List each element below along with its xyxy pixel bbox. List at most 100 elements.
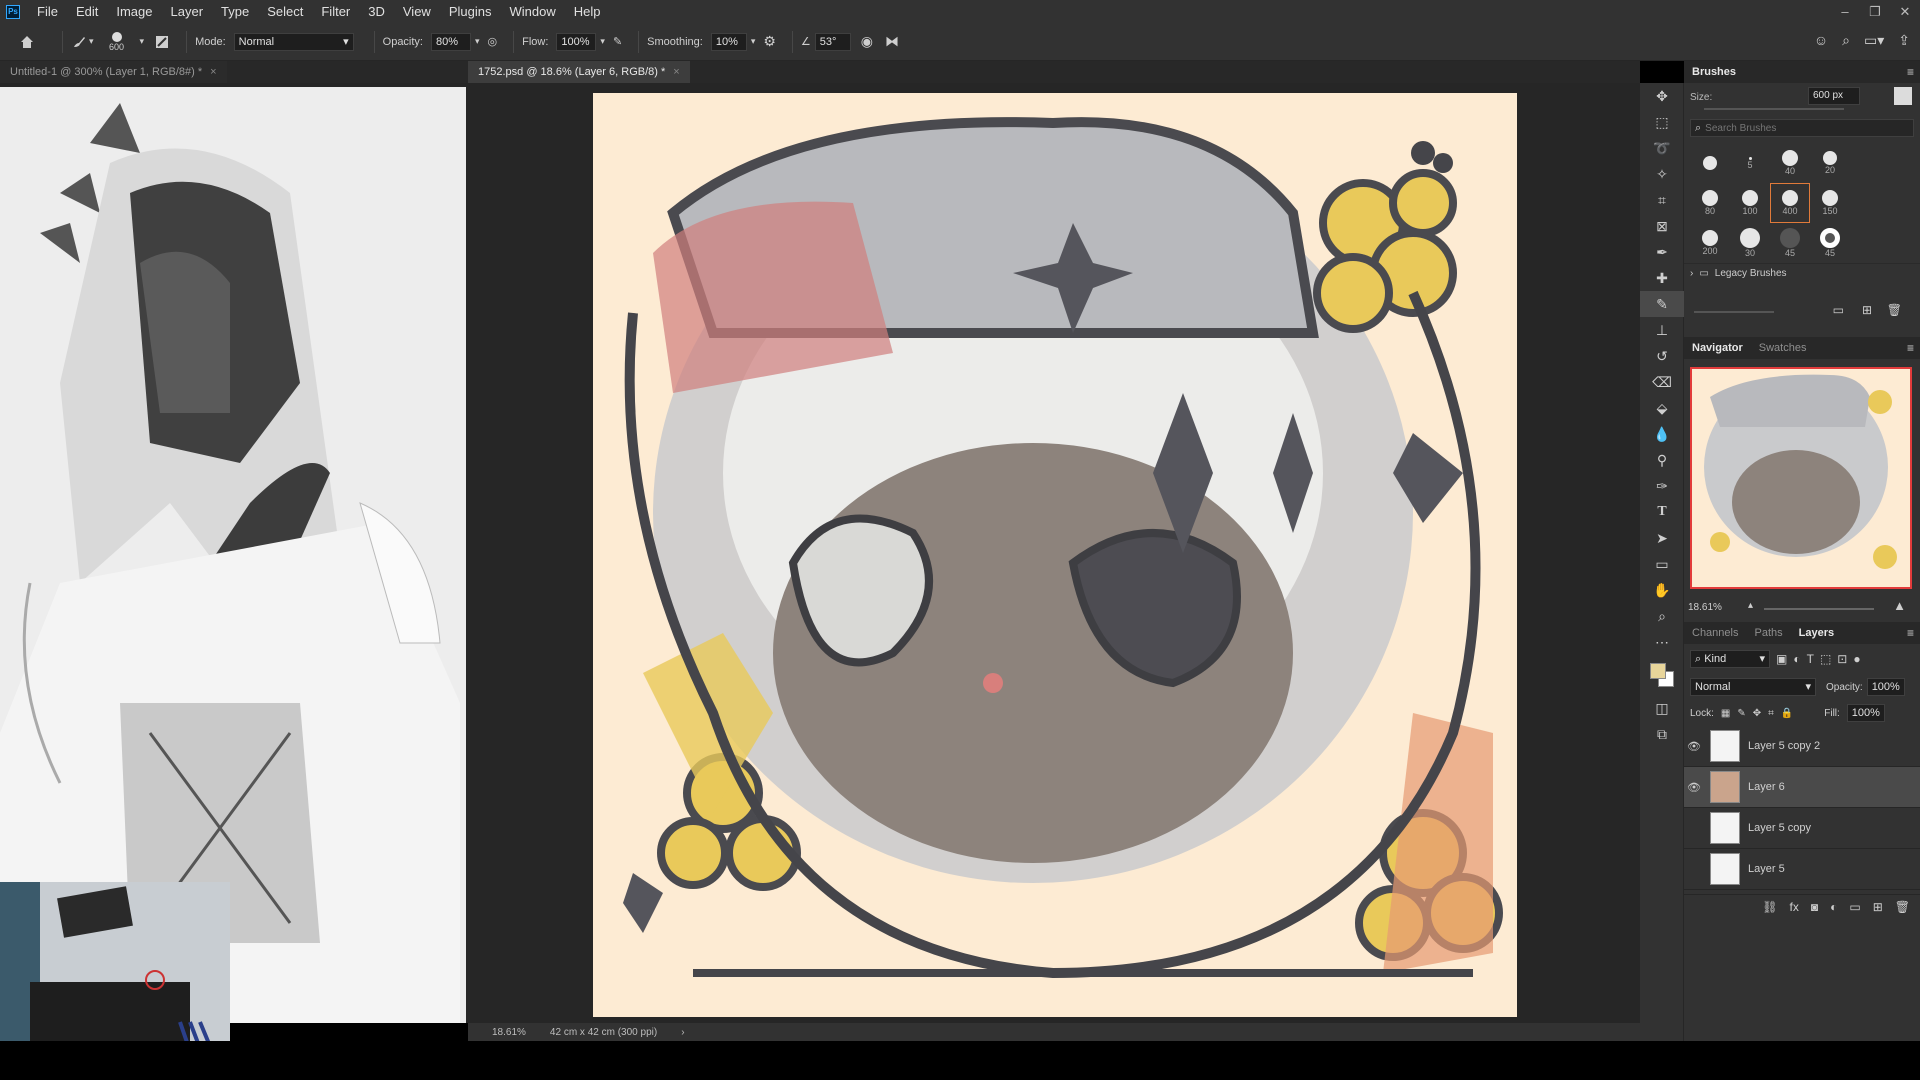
menu-type[interactable]: Type — [212, 0, 258, 23]
healing-brush-tool-icon[interactable]: ✚ — [1640, 265, 1684, 291]
navigator-zoom-slider[interactable] — [1764, 608, 1874, 610]
lock-position-icon[interactable]: ✥ — [1753, 708, 1761, 719]
brush-size-slider[interactable] — [1704, 108, 1844, 110]
visibility-eye-icon[interactable]: 👁 — [1684, 740, 1704, 753]
clone-stamp-tool-icon[interactable]: ⊥ — [1640, 317, 1684, 343]
filter-shape-icon[interactable]: ⬚ — [1820, 652, 1831, 666]
move-tool-icon[interactable]: ✥ — [1640, 83, 1684, 109]
eraser-tool-icon[interactable]: ⌫ — [1640, 369, 1684, 395]
adjustment-layer-icon[interactable]: ◐ — [1830, 900, 1837, 914]
panel-menu-icon[interactable]: ≡ — [1907, 626, 1914, 640]
visibility-eye-icon[interactable]: 👁 — [1684, 781, 1704, 794]
add-mask-icon[interactable]: ◙ — [1811, 900, 1818, 914]
opacity-dropdown-icon[interactable]: ▾ — [475, 36, 480, 47]
angle-input[interactable]: 53° — [814, 32, 851, 51]
zoom-out-icon[interactable]: ▴ — [1748, 600, 1753, 611]
layer-row[interactable]: 👁 Layer 5 copy 2 — [1684, 726, 1920, 767]
type-tool-icon[interactable]: T — [1640, 499, 1684, 525]
brush-search[interactable]: ⌕ — [1690, 119, 1914, 137]
brush-preset[interactable]: 100 — [1730, 183, 1770, 223]
delete-layer-icon[interactable]: 🗑 — [1895, 900, 1910, 914]
opacity-input[interactable]: 80% — [431, 32, 471, 51]
brush-settings-toggle[interactable] — [154, 34, 170, 50]
magic-wand-tool-icon[interactable]: ✧ — [1640, 161, 1684, 187]
link-layers-icon[interactable]: ⛓ — [1762, 900, 1777, 914]
tab-close-icon[interactable]: × — [673, 66, 679, 78]
filter-type-icon[interactable]: T — [1807, 652, 1814, 666]
tab-swatches[interactable]: Swatches — [1751, 337, 1815, 359]
new-brush-icon[interactable]: ⊞ — [1862, 303, 1872, 317]
brush-settings-icon[interactable] — [1894, 87, 1912, 105]
tab-untitled-1[interactable]: Untitled-1 @ 300% (Layer 1, RGB/8#) * × — [0, 61, 227, 83]
hand-tool-icon[interactable]: ✋ — [1640, 577, 1684, 603]
minimize-icon[interactable]: – — [1830, 0, 1860, 23]
menu-layer[interactable]: Layer — [162, 0, 213, 23]
share-person-icon[interactable]: ☺ — [1814, 32, 1828, 49]
smoothing-input[interactable]: 10% — [710, 32, 747, 51]
menu-window[interactable]: Window — [500, 0, 564, 23]
pressure-opacity-icon[interactable]: ◎ — [488, 35, 498, 48]
zoom-in-icon[interactable]: ▲ — [1893, 598, 1906, 613]
menu-plugins[interactable]: Plugins — [440, 0, 501, 23]
brush-preset[interactable]: 45 — [1810, 223, 1850, 263]
menu-image[interactable]: Image — [107, 0, 161, 23]
filter-adjustment-icon[interactable]: ◐ — [1793, 652, 1800, 666]
smoothing-dropdown-icon[interactable]: ▾ — [751, 36, 756, 47]
symmetry-icon[interactable]: ⧓ — [885, 33, 899, 50]
mode-select[interactable]: Normal ▾ — [233, 32, 354, 51]
brush-preset[interactable]: 20 — [1810, 143, 1850, 183]
status-zoom[interactable]: 18.61% — [492, 1027, 526, 1038]
lock-artboard-icon[interactable]: ⌗ — [1768, 708, 1774, 719]
panel-menu-icon[interactable]: ≡ — [1907, 341, 1914, 355]
brush-size-picker[interactable]: 600 — [102, 31, 132, 52]
new-layer-icon[interactable]: ⊞ — [1873, 900, 1883, 914]
brush-preview-size-slider[interactable] — [1694, 311, 1774, 313]
layer-fx-icon[interactable]: fx — [1790, 900, 1799, 914]
marquee-tool-icon[interactable]: ⬚ — [1640, 109, 1684, 135]
menu-file[interactable]: File — [28, 0, 67, 23]
airbrush-icon[interactable]: ✎ — [613, 35, 622, 48]
history-brush-tool-icon[interactable]: ↺ — [1640, 343, 1684, 369]
workspace-icon[interactable]: ▭▾ — [1864, 32, 1884, 49]
search-icon[interactable]: ⌕ — [1842, 32, 1850, 49]
legacy-brushes-folder[interactable]: › ▭ Legacy Brushes — [1684, 263, 1920, 283]
foreground-color-swatch[interactable] — [1650, 663, 1666, 679]
close-icon[interactable]: ✕ — [1890, 0, 1920, 23]
lasso-tool-icon[interactable]: ➰ — [1640, 135, 1684, 161]
restore-icon[interactable]: ❐ — [1860, 0, 1890, 23]
tab-brushes[interactable]: Brushes — [1684, 61, 1744, 83]
brush-preset[interactable]: 80 — [1690, 183, 1730, 223]
brush-preset[interactable]: 200 — [1690, 223, 1730, 263]
more-tools-icon[interactable]: ⋯ — [1640, 629, 1684, 655]
brush-preset[interactable]: 5 — [1730, 143, 1770, 183]
main-canvas-artwork[interactable] — [593, 93, 1517, 1017]
frame-tool-icon[interactable]: ⊠ — [1640, 213, 1684, 239]
filter-pixel-icon[interactable]: ▣ — [1776, 652, 1787, 666]
quick-mask-icon[interactable]: ◫ — [1640, 695, 1684, 721]
menu-view[interactable]: View — [394, 0, 440, 23]
smoothing-settings-gear-icon[interactable]: ⚙ — [763, 33, 776, 50]
lock-transparent-icon[interactable]: ▦ — [1721, 708, 1730, 719]
menu-edit[interactable]: Edit — [67, 0, 107, 23]
tab-1752-psd[interactable]: 1752.psd @ 18.6% (Layer 6, RGB/8) * × — [468, 61, 690, 83]
flow-input[interactable]: 100% — [556, 32, 597, 51]
blur-tool-icon[interactable]: 💧 — [1640, 421, 1684, 447]
blend-mode-select[interactable]: Normal ▾ — [1690, 678, 1816, 696]
menu-filter[interactable]: Filter — [312, 0, 359, 23]
fill-input[interactable]: 100% — [1846, 704, 1885, 722]
flow-dropdown-icon[interactable]: ▾ — [600, 36, 605, 47]
brush-tool-preset[interactable]: ▾ — [71, 34, 94, 50]
layer-kind-filter[interactable]: ⌕ Kind ▾ — [1690, 650, 1770, 668]
menu-select[interactable]: Select — [258, 0, 312, 23]
layer-row[interactable]: Layer 5 — [1684, 849, 1920, 890]
tab-channels[interactable]: Channels — [1684, 622, 1746, 644]
paint-bucket-tool-icon[interactable]: ⬙ — [1640, 395, 1684, 421]
path-selection-tool-icon[interactable]: ➤ — [1640, 525, 1684, 551]
brush-search-input[interactable] — [1705, 122, 1886, 134]
layer-row[interactable]: Layer 5 copy — [1684, 808, 1920, 849]
filter-toggle-icon[interactable]: ● — [1853, 652, 1860, 666]
eyedropper-tool-icon[interactable]: ✒ — [1640, 239, 1684, 265]
lock-all-icon[interactable]: 🔒 — [1781, 708, 1793, 719]
menu-help[interactable]: Help — [565, 0, 610, 23]
canvas-workspace[interactable] — [468, 83, 1640, 1023]
